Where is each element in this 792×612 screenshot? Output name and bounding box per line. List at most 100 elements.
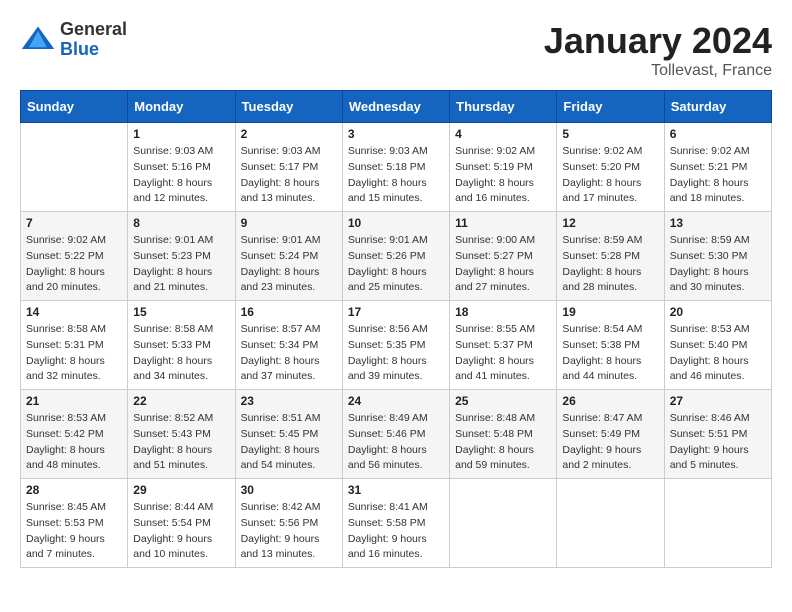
day-info: Sunrise: 8:41 AMSunset: 5:58 PMDaylight:… (348, 500, 444, 563)
day-info: Sunrise: 9:01 AMSunset: 5:23 PMDaylight:… (133, 233, 229, 296)
table-row: 28 Sunrise: 8:45 AMSunset: 5:53 PMDayligh… (21, 479, 128, 568)
table-row: 4 Sunrise: 9:02 AMSunset: 5:19 PMDaylight… (450, 123, 557, 212)
col-tuesday: Tuesday (235, 91, 342, 123)
table-row: 15Sunrise: 8:58 AMSunset: 5:33 PMDayligh… (128, 301, 235, 390)
table-row: 5 Sunrise: 9:02 AMSunset: 5:20 PMDaylight… (557, 123, 664, 212)
location-label: Tollevast, France (544, 62, 772, 80)
table-row: 11Sunrise: 9:00 AMSunset: 5:27 PMDayligh… (450, 212, 557, 301)
day-info: Sunrise: 8:47 AMSunset: 5:49 PMDaylight:… (562, 411, 658, 474)
calendar-header-row: Sunday Monday Tuesday Wednesday Thursday… (21, 91, 772, 123)
day-info: Sunrise: 8:57 AMSunset: 5:34 PMDaylight:… (241, 322, 337, 385)
table-row: 14 Sunrise: 8:58 AMSunset: 5:31 PMDayligh… (21, 301, 128, 390)
calendar-week-2: 7 Sunrise: 9:02 AMSunset: 5:22 PMDaylight… (21, 212, 772, 301)
day-info: Sunrise: 8:53 AMSunset: 5:40 PMDaylight:… (670, 322, 766, 385)
day-number: 5 (562, 127, 658, 141)
page-header: General Blue January 2024 Tollevast, Fra… (20, 20, 772, 80)
col-friday: Friday (557, 91, 664, 123)
day-number: 1 (133, 127, 229, 141)
table-row: 9 Sunrise: 9:01 AMSunset: 5:24 PMDaylight… (235, 212, 342, 301)
day-info: Sunrise: 9:02 AMSunset: 5:22 PMDaylight:… (26, 233, 122, 296)
day-info: Sunrise: 9:03 AMSunset: 5:17 PMDaylight:… (241, 144, 337, 207)
table-row: 24 Sunrise: 8:49 AMSunset: 5:46 PMDayligh… (342, 390, 449, 479)
table-row: 8 Sunrise: 9:01 AMSunset: 5:23 PMDaylight… (128, 212, 235, 301)
day-info: Sunrise: 8:49 AMSunset: 5:46 PMDaylight:… (348, 411, 444, 474)
month-title: January 2024 (544, 20, 772, 62)
day-number: 26 (562, 394, 658, 408)
day-number: 2 (241, 127, 337, 141)
table-row: 30 Sunrise: 8:42 AMSunset: 5:56 PMDayligh… (235, 479, 342, 568)
day-number: 3 (348, 127, 444, 141)
table-row: 26 Sunrise: 8:47 AMSunset: 5:49 PMDayligh… (557, 390, 664, 479)
day-info: Sunrise: 8:53 AMSunset: 5:42 PMDaylight:… (26, 411, 122, 474)
day-info: Sunrise: 8:45 AMSunset: 5:53 PMDaylight:… (26, 500, 122, 563)
table-row: 27 Sunrise: 8:46 AMSunset: 5:51 PMDayligh… (664, 390, 771, 479)
day-number: 14 (26, 305, 122, 319)
logo-general-text: General (60, 20, 127, 40)
col-wednesday: Wednesday (342, 91, 449, 123)
logo-icon (20, 22, 56, 58)
day-number: 7 (26, 216, 122, 230)
day-number: 18 (455, 305, 551, 319)
day-info: Sunrise: 8:51 AMSunset: 5:45 PMDaylight:… (241, 411, 337, 474)
day-number: 30 (241, 483, 337, 497)
table-row: 7 Sunrise: 9:02 AMSunset: 5:22 PMDaylight… (21, 212, 128, 301)
logo: General Blue (20, 20, 127, 60)
day-info: Sunrise: 9:00 AMSunset: 5:27 PMDaylight:… (455, 233, 551, 296)
day-number: 27 (670, 394, 766, 408)
day-number: 9 (241, 216, 337, 230)
day-info: Sunrise: 9:03 AMSunset: 5:18 PMDaylight:… (348, 144, 444, 207)
day-info: Sunrise: 8:58 AMSunset: 5:31 PMDaylight:… (26, 322, 122, 385)
day-info: Sunrise: 9:02 AMSunset: 5:21 PMDaylight:… (670, 144, 766, 207)
table-row: 19Sunrise: 8:54 AMSunset: 5:38 PMDayligh… (557, 301, 664, 390)
calendar-week-5: 28 Sunrise: 8:45 AMSunset: 5:53 PMDayligh… (21, 479, 772, 568)
col-thursday: Thursday (450, 91, 557, 123)
day-info: Sunrise: 8:59 AMSunset: 5:28 PMDaylight:… (562, 233, 658, 296)
table-row: 23Sunrise: 8:51 AMSunset: 5:45 PMDayligh… (235, 390, 342, 479)
day-info: Sunrise: 9:01 AMSunset: 5:26 PMDaylight:… (348, 233, 444, 296)
table-row: 16Sunrise: 8:57 AMSunset: 5:34 PMDayligh… (235, 301, 342, 390)
day-info: Sunrise: 8:56 AMSunset: 5:35 PMDaylight:… (348, 322, 444, 385)
table-row: 21Sunrise: 8:53 AMSunset: 5:42 PMDayligh… (21, 390, 128, 479)
calendar-week-3: 14 Sunrise: 8:58 AMSunset: 5:31 PMDayligh… (21, 301, 772, 390)
table-row: 13Sunrise: 8:59 AMSunset: 5:30 PMDayligh… (664, 212, 771, 301)
day-number: 6 (670, 127, 766, 141)
day-number: 4 (455, 127, 551, 141)
day-number: 17 (348, 305, 444, 319)
day-info: Sunrise: 9:02 AMSunset: 5:20 PMDaylight:… (562, 144, 658, 207)
title-block: January 2024 Tollevast, France (544, 20, 772, 80)
table-row: 25 Sunrise: 8:48 AMSunset: 5:48 PMDayligh… (450, 390, 557, 479)
day-number: 28 (26, 483, 122, 497)
day-info: Sunrise: 8:48 AMSunset: 5:48 PMDaylight:… (455, 411, 551, 474)
day-number: 12 (562, 216, 658, 230)
logo-blue-text: Blue (60, 40, 127, 60)
col-saturday: Saturday (664, 91, 771, 123)
day-number: 31 (348, 483, 444, 497)
day-info: Sunrise: 8:54 AMSunset: 5:38 PMDaylight:… (562, 322, 658, 385)
table-row: 2 Sunrise: 9:03 AMSunset: 5:17 PMDaylight… (235, 123, 342, 212)
table-row: 29Sunrise: 8:44 AMSunset: 5:54 PMDayligh… (128, 479, 235, 568)
table-row: 6 Sunrise: 9:02 AMSunset: 5:21 PMDaylight… (664, 123, 771, 212)
table-row: 20 Sunrise: 8:53 AMSunset: 5:40 PMDayligh… (664, 301, 771, 390)
table-row (664, 479, 771, 568)
table-row: 22 Sunrise: 8:52 AMSunset: 5:43 PMDayligh… (128, 390, 235, 479)
col-monday: Monday (128, 91, 235, 123)
day-number: 24 (348, 394, 444, 408)
day-number: 8 (133, 216, 229, 230)
day-info: Sunrise: 8:42 AMSunset: 5:56 PMDaylight:… (241, 500, 337, 563)
logo-text: General Blue (60, 20, 127, 60)
day-info: Sunrise: 8:55 AMSunset: 5:37 PMDaylight:… (455, 322, 551, 385)
table-row (450, 479, 557, 568)
day-number: 22 (133, 394, 229, 408)
day-info: Sunrise: 8:52 AMSunset: 5:43 PMDaylight:… (133, 411, 229, 474)
table-row: 31 Sunrise: 8:41 AMSunset: 5:58 PMDayligh… (342, 479, 449, 568)
day-number: 10 (348, 216, 444, 230)
table-row: 12 Sunrise: 8:59 AMSunset: 5:28 PMDayligh… (557, 212, 664, 301)
day-info: Sunrise: 9:01 AMSunset: 5:24 PMDaylight:… (241, 233, 337, 296)
day-info: Sunrise: 9:02 AMSunset: 5:19 PMDaylight:… (455, 144, 551, 207)
day-number: 25 (455, 394, 551, 408)
day-number: 20 (670, 305, 766, 319)
table-row: 10 Sunrise: 9:01 AMSunset: 5:26 PMDayligh… (342, 212, 449, 301)
table-row: 17 Sunrise: 8:56 AMSunset: 5:35 PMDayligh… (342, 301, 449, 390)
day-info: Sunrise: 8:46 AMSunset: 5:51 PMDaylight:… (670, 411, 766, 474)
table-row: 3 Sunrise: 9:03 AMSunset: 5:18 PMDaylight… (342, 123, 449, 212)
